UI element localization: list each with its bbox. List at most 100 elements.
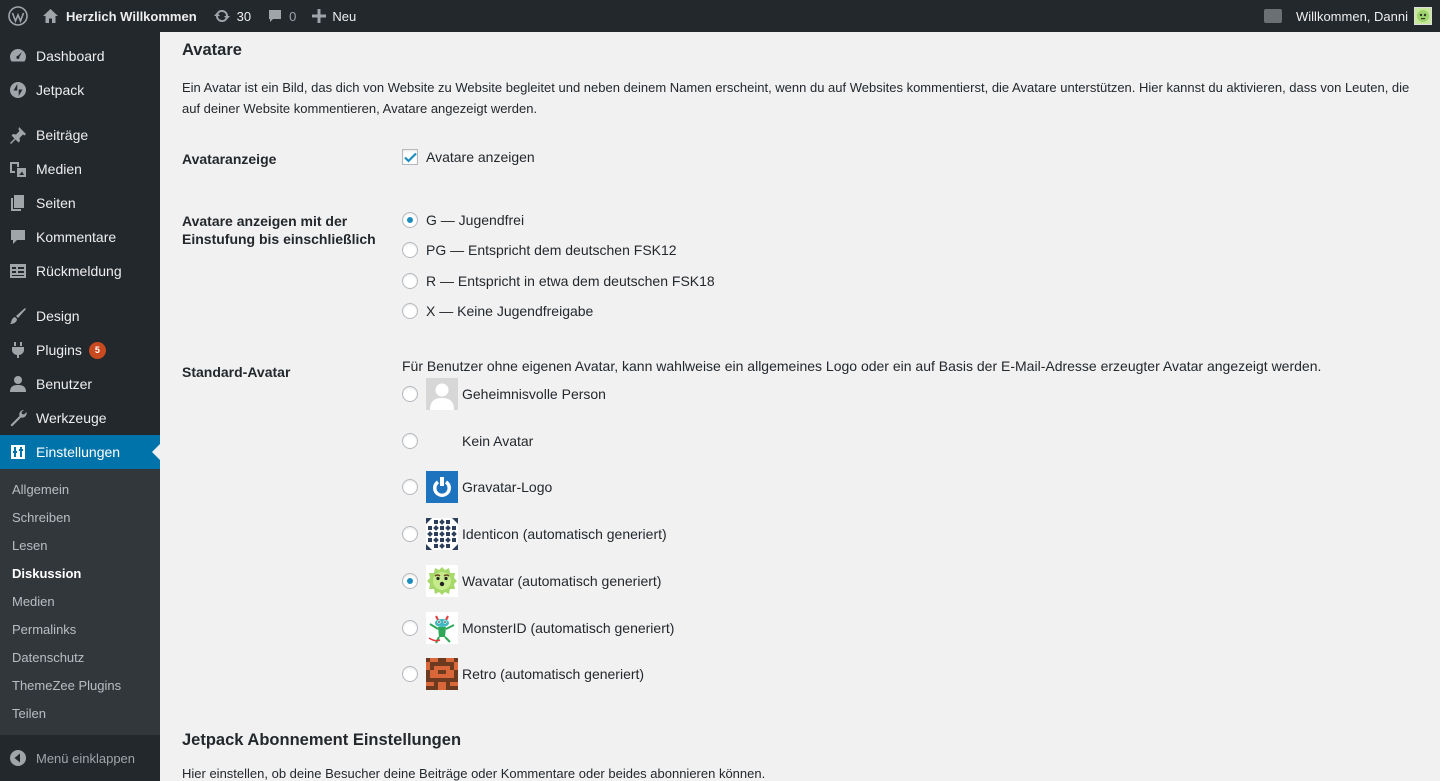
- media-icon: [8, 159, 28, 179]
- menu-jetpack[interactable]: Jetpack: [0, 73, 160, 107]
- menu-tools[interactable]: Werkzeuge: [0, 401, 160, 435]
- identicon-avatar: [426, 518, 458, 550]
- menu-label: Seiten: [36, 195, 76, 211]
- row-avatar-display: Avataranzeige Avatare anzeigen: [182, 149, 1422, 168]
- pin-icon: [8, 125, 28, 145]
- home-icon: [43, 9, 58, 23]
- rating-radio[interactable]: [402, 212, 418, 228]
- row-default-avatar: Standard-Avatar Für Benutzer ohne eigene…: [182, 358, 1422, 691]
- plus-icon: [312, 9, 327, 23]
- submenu-media[interactable]: Medien: [0, 587, 160, 615]
- rating-option-label: PG — Entspricht dem deutschen FSK12: [426, 242, 677, 258]
- brush-icon: [8, 306, 28, 326]
- rating-option-pg[interactable]: PG — Entspricht dem deutschen FSK12: [402, 241, 1422, 259]
- wordpress-logo-button[interactable]: [0, 0, 36, 32]
- menu-posts[interactable]: Beiträge: [0, 118, 160, 152]
- menu-label: Werkzeuge: [36, 410, 107, 426]
- submenu-themezee-plugins[interactable]: ThemeZee Plugins: [0, 671, 160, 699]
- row-label: Standard-Avatar: [182, 364, 291, 380]
- rating-radio[interactable]: [402, 242, 418, 258]
- menu-feedback[interactable]: Rückmeldung: [0, 254, 160, 288]
- avatar-option-mystery[interactable]: Geheimnisvolle Person: [402, 377, 1422, 411]
- submenu-permalinks[interactable]: Permalinks: [0, 615, 160, 643]
- avatar-radio[interactable]: [402, 526, 418, 542]
- avatar-radio[interactable]: [402, 620, 418, 636]
- rating-option-x[interactable]: X — Keine Jugendfreigabe: [402, 302, 1422, 320]
- avatar-option-label: MonsterID (automatisch generiert): [462, 620, 675, 636]
- site-name-link[interactable]: Herzlich Willkommen: [36, 0, 205, 32]
- comments-count: 0: [289, 8, 297, 24]
- my-account-link[interactable]: Willkommen, Danni: [1288, 0, 1440, 32]
- show-avatars-option[interactable]: Avatare anzeigen: [402, 149, 1422, 165]
- wrench-icon: [8, 408, 28, 428]
- avatar-radio[interactable]: [402, 433, 418, 449]
- avatar-option-blank[interactable]: Kein Avatar: [402, 424, 1422, 458]
- user-icon: [8, 374, 28, 394]
- admin-sidebar: Dashboard Jetpack Beiträge Medien Seiten…: [0, 32, 160, 781]
- menu-label: Benutzer: [36, 376, 93, 392]
- menu-label: Rückmeldung: [36, 263, 122, 279]
- wordpress-icon: [8, 6, 28, 26]
- section-title-avatars: Avatare: [182, 41, 242, 59]
- avatar-option-monsterid[interactable]: MonsterID (automatisch generiert): [402, 611, 1422, 645]
- collapse-arrow-icon: [8, 748, 28, 768]
- menu-comments[interactable]: Kommentare: [0, 220, 160, 254]
- monsterid-avatar: [426, 612, 458, 644]
- rating-radio[interactable]: [402, 303, 418, 319]
- submenu-privacy[interactable]: Datenschutz: [0, 643, 160, 671]
- menu-media[interactable]: Medien: [0, 152, 160, 186]
- updates-count: 30: [236, 8, 252, 24]
- avatar-radio[interactable]: [402, 573, 418, 589]
- avatar-radio[interactable]: [402, 386, 418, 402]
- avatar-option-gravatar-logo[interactable]: Gravatar-Logo: [402, 470, 1422, 504]
- row-label: Avataranzeige: [182, 151, 277, 167]
- show-avatars-checkbox[interactable]: [402, 149, 418, 165]
- feedback-icon: [8, 261, 28, 281]
- submenu-general[interactable]: Allgemein: [0, 475, 160, 503]
- avatars-intro-text: Ein Avatar ist ein Bild, das dich von We…: [182, 80, 1410, 116]
- notifications-button[interactable]: [1258, 0, 1288, 32]
- new-label: Neu: [332, 8, 357, 24]
- rating-option-g[interactable]: G — Jugendfrei: [402, 211, 1422, 229]
- dashboard-icon: [8, 46, 28, 66]
- avatar-radio[interactable]: [402, 666, 418, 682]
- avatar-radio[interactable]: [402, 479, 418, 495]
- comments-link[interactable]: 0: [259, 0, 304, 32]
- settings-icon: [8, 442, 28, 462]
- show-avatars-label: Avatare anzeigen: [426, 149, 535, 165]
- avatar-option-identicon[interactable]: Identicon (automatisch generiert): [402, 517, 1422, 551]
- menu-pages[interactable]: Seiten: [0, 186, 160, 220]
- new-content-link[interactable]: Neu: [304, 0, 364, 32]
- submenu-discussion[interactable]: Diskussion: [0, 559, 160, 587]
- menu-label: Medien: [36, 161, 82, 177]
- avatar-option-label: Identicon (automatisch generiert): [462, 526, 667, 542]
- user-avatar: [1414, 7, 1432, 25]
- avatar-option-wavatar[interactable]: Wavatar (automatisch generiert): [402, 564, 1422, 598]
- admin-bar: Herzlich Willkommen 30 0 Neu Willkommen,…: [0, 0, 1440, 32]
- jetpack-icon: [8, 80, 28, 100]
- menu-label: Einstellungen: [36, 444, 121, 460]
- menu-users[interactable]: Benutzer: [0, 367, 160, 401]
- submenu-writing[interactable]: Schreiben: [0, 503, 160, 531]
- gravatar-logo-avatar: [426, 471, 458, 503]
- retro-avatar: [426, 658, 458, 690]
- submenu-sharing[interactable]: Teilen: [0, 699, 160, 727]
- rating-radio[interactable]: [402, 273, 418, 289]
- menu-plugins[interactable]: Plugins 5: [0, 333, 160, 367]
- site-name-label: Herzlich Willkommen: [66, 8, 197, 24]
- submenu-reading[interactable]: Lesen: [0, 531, 160, 559]
- checkmark-icon: [403, 152, 417, 163]
- blank-avatar: [426, 425, 458, 457]
- menu-design[interactable]: Design: [0, 299, 160, 333]
- row-avatar-rating: Avatare anzeigen mit der Einstufung bis …: [182, 211, 1422, 320]
- updates-link[interactable]: 30: [205, 0, 259, 32]
- menu-label: Plugins: [36, 342, 82, 358]
- rating-option-r[interactable]: R — Entspricht in etwa dem deutschen FSK…: [402, 272, 1422, 290]
- menu-settings[interactable]: Einstellungen: [0, 435, 160, 469]
- jetpack-subscriptions-description: Hier einstellen, ob deine Besucher deine…: [182, 766, 766, 781]
- settings-submenu: Allgemein Schreiben Lesen Diskussion Med…: [0, 469, 160, 735]
- avatar-option-retro[interactable]: Retro (automatisch generiert): [402, 657, 1422, 691]
- collapse-menu-button[interactable]: Menü einklappen: [0, 741, 160, 775]
- mystery-person-avatar: [426, 378, 458, 410]
- menu-dashboard[interactable]: Dashboard: [0, 39, 160, 73]
